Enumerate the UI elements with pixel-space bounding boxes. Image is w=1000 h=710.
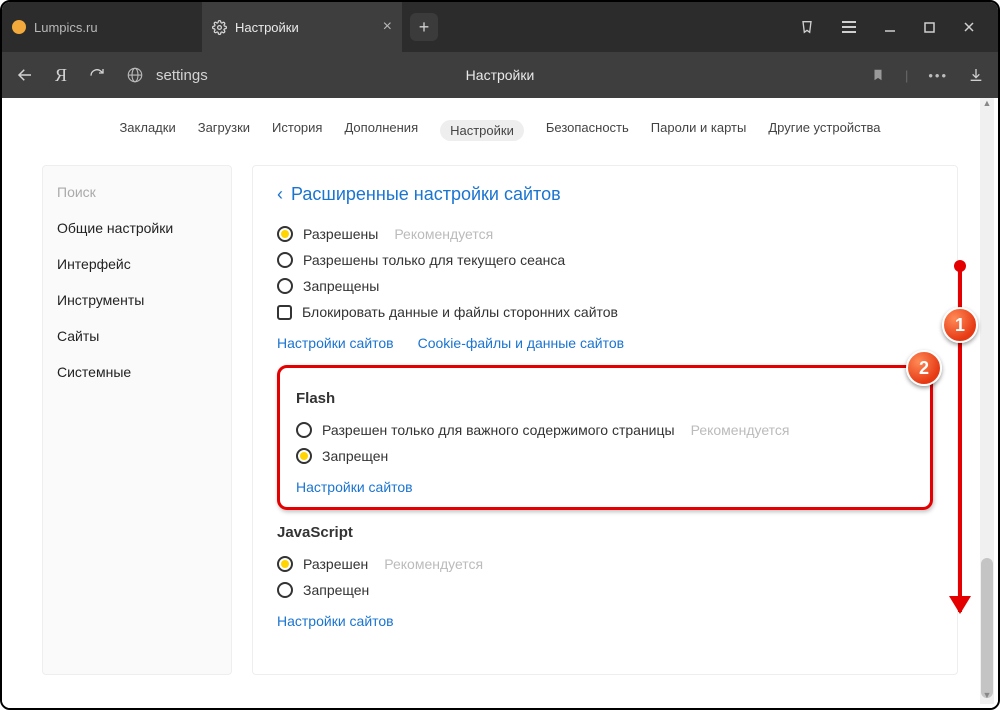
- minimize-button[interactable]: [883, 20, 897, 34]
- divider: |: [905, 68, 908, 83]
- section-javascript: JavaScript Разрешен Рекомендуется Запреще…: [277, 524, 933, 629]
- radio-js-allowed[interactable]: [277, 556, 293, 572]
- chevron-left-icon: ‹: [277, 184, 283, 205]
- tab-lumpics[interactable]: Lumpics.ru: [2, 2, 202, 52]
- recommended-label: Рекомендуется: [394, 226, 493, 242]
- link-cookie-data[interactable]: Cookie-файлы и данные сайтов: [418, 335, 624, 351]
- topnav-downloads[interactable]: Загрузки: [198, 120, 250, 141]
- checkbox-block-3rdparty[interactable]: [277, 305, 292, 320]
- address-bar: Я settings Настройки | •••: [2, 52, 998, 98]
- section-title-js: JavaScript: [277, 524, 933, 541]
- opt-label: Разрешены: [303, 226, 378, 242]
- more-icon[interactable]: •••: [928, 68, 948, 83]
- radio-js-blocked[interactable]: [277, 582, 293, 598]
- app-window: Lumpics.ru Настройки × + Я settings Наст…: [0, 0, 1000, 710]
- top-nav: Закладки Загрузки История Дополнения Нас…: [42, 120, 958, 141]
- menu-icon[interactable]: [841, 20, 857, 34]
- sidebar: Поиск Общие настройки Интерфейс Инструме…: [42, 165, 232, 675]
- link-site-settings[interactable]: Настройки сайтов: [277, 613, 394, 629]
- tab-settings[interactable]: Настройки ×: [202, 2, 402, 52]
- radio-cookies-blocked[interactable]: [277, 278, 293, 294]
- tab-label: Настройки: [235, 20, 299, 35]
- search-input[interactable]: Поиск: [43, 174, 231, 210]
- address-text: settings: [156, 67, 208, 84]
- back-heading[interactable]: ‹ Расширенные настройки сайтов: [277, 184, 933, 205]
- yandex-logo-icon[interactable]: Я: [52, 66, 70, 84]
- gear-icon: [212, 20, 227, 35]
- sidebar-item-system[interactable]: Системные: [43, 354, 231, 390]
- back-icon[interactable]: [16, 66, 34, 84]
- section-cookies: Разрешены Рекомендуется Разрешены только …: [277, 221, 933, 351]
- scroll-down-icon[interactable]: ▼: [980, 690, 994, 704]
- topnav-security[interactable]: Безопасность: [546, 120, 629, 141]
- close-button[interactable]: [962, 20, 976, 34]
- download-icon[interactable]: [968, 67, 984, 83]
- topnav-devices[interactable]: Другие устройства: [768, 120, 880, 141]
- page-title: Настройки: [466, 67, 535, 83]
- opt-label: Разрешен: [303, 556, 368, 572]
- radio-cookies-allowed[interactable]: [277, 226, 293, 242]
- link-site-settings[interactable]: Настройки сайтов: [296, 479, 413, 495]
- omnibox[interactable]: settings: [126, 66, 208, 84]
- recommended-label: Рекомендуется: [691, 422, 790, 438]
- topnav-passwords[interactable]: Пароли и карты: [651, 120, 747, 141]
- main-panel: ‹ Расширенные настройки сайтов Разрешены…: [252, 165, 958, 675]
- sidebar-item-general[interactable]: Общие настройки: [43, 210, 231, 246]
- new-tab-button[interactable]: +: [410, 13, 438, 41]
- opt-label: Запрещены: [303, 278, 379, 294]
- content-area: Закладки Загрузки История Дополнения Нас…: [2, 98, 998, 708]
- opt-label: Запрещен: [303, 582, 369, 598]
- opt-label: Запрещен: [322, 448, 388, 464]
- opt-label: Разрешены только для текущего сеанса: [303, 252, 565, 268]
- window-controls: [799, 19, 998, 35]
- bookmark-icon[interactable]: [871, 67, 885, 83]
- annotation-badge-1: 1: [942, 307, 978, 343]
- reader-icon[interactable]: [799, 19, 815, 35]
- annotation-badge-2: 2: [906, 350, 942, 386]
- section-flash-highlight: 2 Flash Разрешен только для важного соде…: [277, 365, 933, 510]
- sidebar-item-sites[interactable]: Сайты: [43, 318, 231, 354]
- section-title-flash: Flash: [296, 390, 914, 407]
- reload-icon[interactable]: [88, 66, 106, 84]
- radio-cookies-session[interactable]: [277, 252, 293, 268]
- vertical-scrollbar[interactable]: ▲ ▼: [980, 98, 994, 704]
- scroll-up-icon[interactable]: ▲: [980, 98, 994, 112]
- topnav-addons[interactable]: Дополнения: [344, 120, 418, 141]
- link-site-settings[interactable]: Настройки сайтов: [277, 335, 394, 351]
- topnav-settings[interactable]: Настройки: [440, 120, 524, 141]
- favicon-icon: [12, 20, 26, 34]
- globe-icon: [126, 66, 144, 84]
- opt-label: Разрешен только для важного содержимого …: [322, 422, 675, 438]
- recommended-label: Рекомендуется: [384, 556, 483, 572]
- titlebar: Lumpics.ru Настройки × +: [2, 2, 998, 52]
- radio-flash-important[interactable]: [296, 422, 312, 438]
- sidebar-item-tools[interactable]: Инструменты: [43, 282, 231, 318]
- topnav-bookmarks[interactable]: Закладки: [119, 120, 175, 141]
- maximize-button[interactable]: [923, 21, 936, 34]
- sidebar-item-interface[interactable]: Интерфейс: [43, 246, 231, 282]
- tab-label: Lumpics.ru: [34, 20, 98, 35]
- address-right: | •••: [871, 67, 984, 83]
- page-heading: Расширенные настройки сайтов: [291, 184, 561, 205]
- opt-label: Блокировать данные и файлы сторонних сай…: [302, 304, 618, 320]
- scrollbar-thumb[interactable]: [981, 558, 993, 698]
- topnav-history[interactable]: История: [272, 120, 322, 141]
- close-icon[interactable]: ×: [383, 18, 392, 36]
- radio-flash-blocked[interactable]: [296, 448, 312, 464]
